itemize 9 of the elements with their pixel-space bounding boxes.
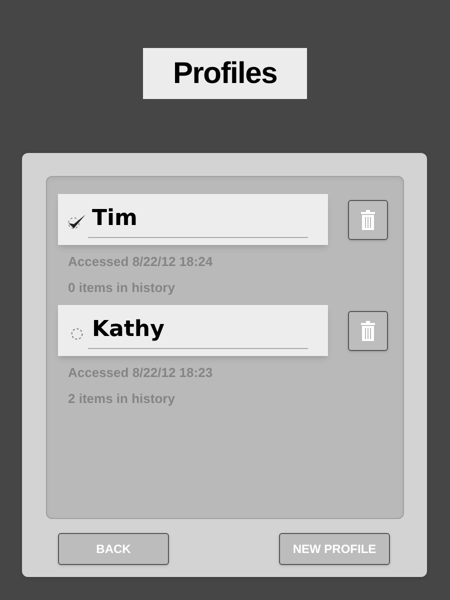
profile-name: Tim <box>92 205 138 233</box>
trash-icon <box>361 210 375 230</box>
profile-name: Kathy <box>92 316 164 344</box>
profile-card[interactable]: Kathy <box>58 305 328 356</box>
trash-icon <box>361 321 375 341</box>
delete-button[interactable] <box>348 200 388 240</box>
page-title: Profiles <box>143 48 307 99</box>
profile-card[interactable]: Tim <box>58 194 328 245</box>
delete-button[interactable] <box>348 311 388 351</box>
